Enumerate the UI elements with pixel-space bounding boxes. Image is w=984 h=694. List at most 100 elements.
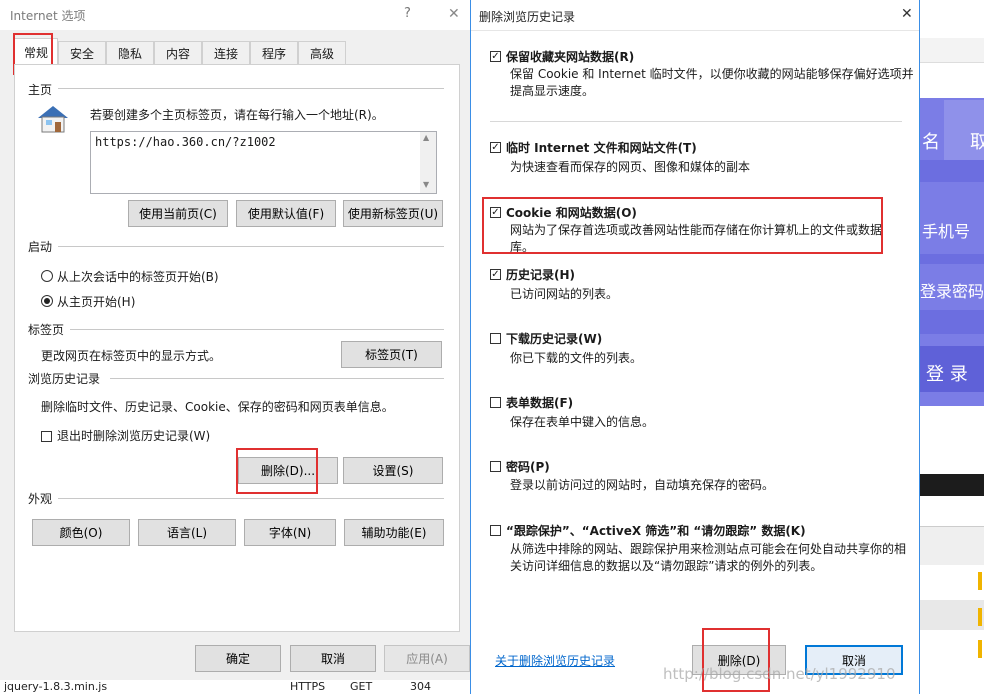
- checkbox-download-history[interactable]: [490, 333, 501, 344]
- cancel-button[interactable]: 取消: [290, 645, 376, 672]
- tab-content[interactable]: 内容: [154, 41, 202, 64]
- languages-button[interactable]: 语言(L): [138, 519, 236, 546]
- cancel-label: 取消: [320, 652, 345, 666]
- temp-files-title: 临时 Internet 文件和网站文件(T): [506, 141, 697, 155]
- form-data-title: 表单数据(F): [506, 396, 574, 410]
- delete-history-dialog: 删除浏览历史记录 ✕ ✓ 保留收藏夹网站数据(R) 保留 Cookie 和 In…: [470, 0, 920, 694]
- fonts-button[interactable]: 字体(N): [244, 519, 336, 546]
- radio-start-home-label: 从主页开始(H): [57, 295, 136, 309]
- history-settings-label: 设置(S): [372, 464, 414, 478]
- checkbox-preserve-favorites[interactable]: ✓: [490, 51, 501, 62]
- tab-connections[interactable]: 连接: [202, 41, 250, 64]
- home-url-textarea[interactable]: https://hao.360.cn/?z1002 ▲ ▼: [90, 131, 437, 194]
- preserve-favorites-title: 保留收藏夹网站数据(R): [506, 50, 635, 64]
- close-icon[interactable]: ✕: [448, 6, 460, 22]
- ok-button[interactable]: 确定: [195, 645, 281, 672]
- highlight-delete-button: [236, 448, 318, 494]
- bg-password-label: 登录密码: [920, 282, 984, 301]
- bg-stripe-1: [920, 160, 984, 182]
- delete-on-exit-label: 退出时删除浏览历史记录(W): [57, 429, 211, 443]
- radio-start-last-session-label: 从上次会话中的标签页开始(B): [57, 270, 219, 284]
- appearance-separator: [58, 498, 444, 499]
- history-settings-button[interactable]: 设置(S): [343, 457, 443, 484]
- fonts-label: 字体(N): [268, 526, 312, 540]
- history-separator: [110, 378, 444, 379]
- delete-dialog-close-icon[interactable]: ✕: [901, 6, 913, 22]
- background-page: 名 取 手机号 登录密码 登 录: [920, 0, 984, 694]
- preserve-favorites-desc: 保留 Cookie 和 Internet 临时文件，以便你收藏的网站能够保存偏好…: [510, 67, 914, 98]
- tabs-button-label: 标签页(T): [365, 348, 418, 362]
- home-section-header: 主页: [28, 83, 53, 97]
- apply-button[interactable]: 应用(A): [384, 645, 470, 672]
- apply-label: 应用(A): [406, 652, 448, 666]
- bg-row-proto: HTTPS: [290, 680, 326, 693]
- use-new-tab-label: 使用新标签页(U): [347, 207, 439, 221]
- bg-marker-1: [978, 572, 982, 590]
- radio-start-last-session[interactable]: [41, 270, 53, 282]
- history-description: 删除临时文件、历史记录、Cookie、保存的密码和网页表单信息。: [41, 400, 394, 414]
- ok-label: 确定: [225, 652, 250, 666]
- download-history-desc: 你已下载的文件的列表。: [510, 351, 643, 365]
- highlight-cookies: [482, 197, 883, 254]
- use-default-button[interactable]: 使用默认值(F): [236, 200, 336, 227]
- delete-on-exit-checkbox[interactable]: [41, 431, 52, 442]
- appearance-section-header: 外观: [28, 492, 53, 506]
- about-delete-history-link[interactable]: 关于删除浏览历史记录: [495, 652, 615, 669]
- use-new-tab-button[interactable]: 使用新标签页(U): [343, 200, 443, 227]
- startup-section-header: 启动: [28, 240, 53, 254]
- checkbox-passwords[interactable]: [490, 461, 501, 472]
- history-desc: 已访问网站的列表。: [510, 287, 619, 301]
- startup-separator: [58, 246, 444, 247]
- delete-dialog-title: 删除浏览历史记录: [479, 10, 576, 24]
- languages-label: 语言(L): [166, 526, 208, 540]
- bg-grid-header: [920, 526, 984, 565]
- help-icon[interactable]: ?: [404, 6, 411, 21]
- tab-privacy[interactable]: 隐私: [106, 41, 154, 64]
- tracking-protection-title: “跟踪保护”、“ActiveX 筛选”和 “请勿跟踪” 数据(K): [506, 524, 806, 538]
- tabs-description: 更改网页在标签页中的显示方式。: [41, 349, 222, 363]
- bg-text-get: 取: [970, 132, 984, 153]
- bg-row-status: 304: [410, 680, 431, 693]
- bg-stripe-3: [920, 310, 984, 334]
- home-url-value: https://hao.360.cn/?z1002: [95, 135, 276, 149]
- use-current-button[interactable]: 使用当前页(C): [128, 200, 228, 227]
- bg-phone-label: 手机号: [922, 222, 971, 241]
- home-separator: [58, 88, 444, 89]
- bg-grid-row: [920, 600, 984, 630]
- tab-security-label: 安全: [69, 46, 94, 61]
- passwords-title: 密码(P): [506, 460, 550, 474]
- checkbox-temp-files[interactable]: ✓: [490, 142, 501, 153]
- checkbox-tracking-protection[interactable]: [490, 525, 501, 536]
- tabs-button[interactable]: 标签页(T): [341, 341, 442, 368]
- bg-marker-3: [978, 640, 982, 658]
- accessibility-label: 辅助功能(E): [361, 526, 427, 540]
- form-data-desc: 保存在表单中键入的信息。: [510, 415, 655, 429]
- colors-button[interactable]: 颜色(O): [32, 519, 130, 546]
- scroll-up-icon[interactable]: ▲: [423, 133, 429, 142]
- checkbox-form-data[interactable]: [490, 397, 501, 408]
- scroll-down-icon[interactable]: ▼: [423, 180, 429, 189]
- bg-stripe-2: [920, 254, 984, 264]
- home-icon: [36, 104, 70, 134]
- tab-programs[interactable]: 程序: [250, 41, 298, 64]
- watermark: http://blog.csdn.net/yl1992910: [663, 665, 896, 683]
- checkbox-history[interactable]: ✓: [490, 269, 501, 280]
- colors-label: 颜色(O): [59, 526, 103, 540]
- tabs-separator: [70, 329, 444, 330]
- bg-login-label: 登 录: [926, 364, 968, 385]
- download-history-title: 下载历史记录(W): [506, 332, 603, 346]
- bg-row-file: jquery-1.8.3.min.js: [4, 680, 108, 693]
- accessibility-button[interactable]: 辅助功能(E): [344, 519, 444, 546]
- tab-privacy-label: 隐私: [117, 46, 142, 61]
- internet-options-dialog: Internet 选项 ? ✕ 常规 安全 隐私 内容 连接 程序 高级 主页 …: [0, 0, 471, 680]
- favorites-separator: [490, 121, 902, 122]
- bg-marker-2: [978, 608, 982, 626]
- radio-start-home[interactable]: [41, 295, 53, 307]
- textarea-scrollbar[interactable]: ▲ ▼: [420, 132, 436, 193]
- tab-security[interactable]: 安全: [58, 41, 106, 64]
- tab-advanced[interactable]: 高级: [298, 41, 346, 64]
- use-default-label: 使用默认值(F): [247, 207, 325, 221]
- home-description: 若要创建多个主页标签页，请在每行输入一个地址(R)。: [90, 108, 384, 122]
- temp-files-desc: 为快速查看而保存的网页、图像和媒体的副本: [510, 160, 751, 174]
- history-section-header: 浏览历史记录: [28, 372, 101, 386]
